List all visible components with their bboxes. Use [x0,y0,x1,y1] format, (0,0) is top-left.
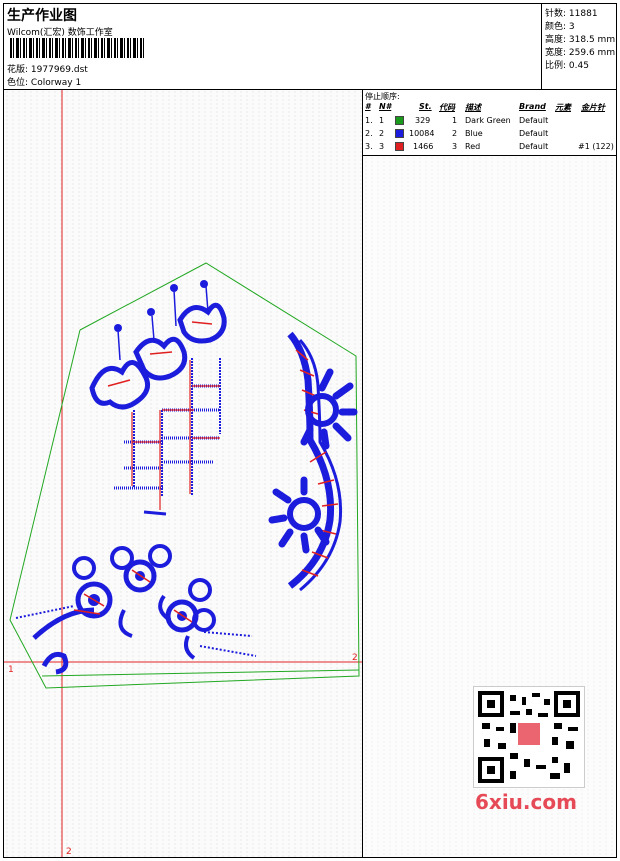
color-swatch-blue [395,129,404,138]
design-canvas[interactable]: 1 2 2 [4,90,363,857]
stat-width: 宽度: 259.6 mm [545,48,616,58]
stop-row-1[interactable]: 1. 1 329 1 Dark Green Default [363,116,616,128]
col-header-sequin: 金片针 [581,103,605,112]
stat-stitches: 针数: 11881 [545,9,598,19]
guide-marker-2-bottom: 2 [66,847,72,857]
col-header-needle: N# [379,102,392,111]
col-header-desc: 描述 [465,103,481,112]
colorway-label: 色位: [7,78,29,88]
notes-area: 6xiu.com [363,156,616,857]
design-file-line: 花版: 1977969.dst [7,62,88,75]
design-file: 1977969.dst [30,65,88,75]
col-header-stitches: St. [419,102,432,111]
stat-colors: 颜色: 3 [545,22,575,32]
floral-scroll-motif [15,544,257,675]
stop-sequence-title: 停止顺序: [365,92,400,101]
embroidery-preview: 1 2 2 [4,90,362,857]
qr-code-image [473,686,585,788]
studio-name: Wilcom(汇宏) 数饰工作室 [7,28,113,38]
stop-row-3[interactable]: 3. 3 1466 3 Red Default #1 (122) [363,142,616,154]
barcode-image [10,38,145,58]
sheet-body: 1 2 2 停止顺序: # N# St. 代码 描述 Brand 元素 金片针 … [4,90,616,857]
stat-height: 高度: 318.5 mm [545,35,616,45]
header-info: 生产作业图 Wilcom(汇宏) 数饰工作室 花版: 1977969.dst 色… [4,4,542,89]
outline-stitch-base [41,669,360,677]
design-stats: 针数: 11881 颜色: 3 高度: 318.5 mm 宽度: 259.6 m… [542,4,616,89]
color-swatch-red [395,142,404,151]
col-header-element: 元素 [555,103,571,112]
production-sheet: 生产作业图 Wilcom(汇宏) 数饰工作室 花版: 1977969.dst 色… [3,3,617,858]
colorway-value: Colorway 1 [30,78,82,88]
design-label: 花版: [7,65,29,75]
sheet-title: 生产作业图 [7,8,77,24]
leaf-lattice-motif [89,280,227,516]
guide-marker-1: 1 [8,665,14,675]
col-header-index: # [365,102,371,111]
col-header-brand: Brand [519,102,546,111]
colorway-line: 色位: Colorway 1 [7,75,81,88]
color-swatch-green [395,116,404,125]
stop-row-2[interactable]: 2. 2 10084 2 Blue Default [363,129,616,141]
watermark-text: 6xiu.com [475,790,577,814]
sunflower-stem-motif [268,331,358,592]
stat-scale: 比例: 0.45 [545,61,589,71]
stop-sequence-panel: 停止顺序: # N# St. 代码 描述 Brand 元素 金片针 1. 1 3… [363,90,616,156]
guide-marker-2-right: 2 [352,653,358,663]
col-header-code: 代码 [439,103,455,112]
sheet-header: 生产作业图 Wilcom(汇宏) 数饰工作室 花版: 1977969.dst 色… [4,4,616,90]
